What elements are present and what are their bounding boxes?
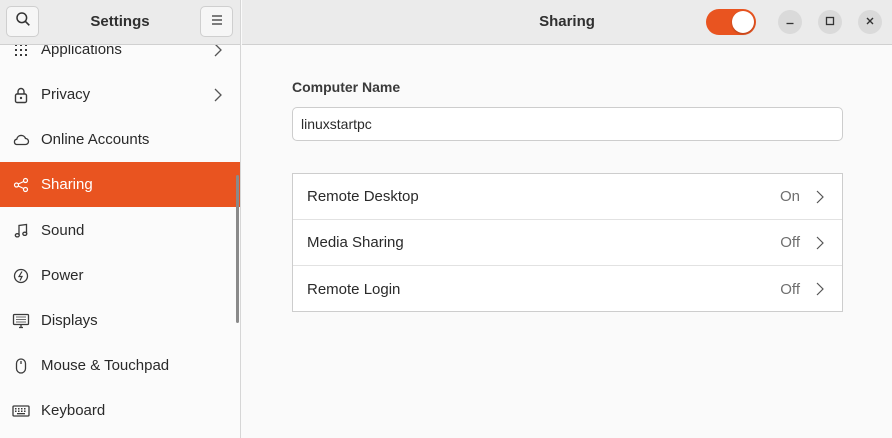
sidebar-scrollbar[interactable] xyxy=(236,175,239,323)
row-label: Media Sharing xyxy=(307,234,404,251)
minimize-icon xyxy=(785,13,795,31)
sidebar-item-label: Power xyxy=(41,267,84,284)
remote-desktop-row[interactable]: Remote Desktop On xyxy=(293,174,842,220)
chevron-right-icon xyxy=(212,87,224,103)
keyboard-icon xyxy=(12,402,30,420)
chevron-right-icon xyxy=(815,189,825,205)
maximize-icon xyxy=(825,13,835,31)
mouse-icon xyxy=(12,357,30,375)
computer-name-label: Computer Name xyxy=(292,79,401,95)
sidebar-item-privacy[interactable]: Privacy xyxy=(0,72,240,117)
sidebar-item-sharing[interactable]: Sharing xyxy=(0,162,240,207)
close-button[interactable] xyxy=(858,10,882,34)
main-header: Sharing xyxy=(242,0,892,45)
row-label: Remote Login xyxy=(307,280,401,298)
sidebar-item-mouse-touchpad[interactable]: Mouse & Touchpad xyxy=(0,343,240,388)
sidebar-title: Settings xyxy=(90,13,150,30)
sidebar-item-label: Displays xyxy=(41,312,98,329)
close-icon xyxy=(865,13,875,31)
menu-button[interactable] xyxy=(200,6,233,37)
row-status: Off xyxy=(780,280,800,298)
sidebar-item-label: Sound xyxy=(41,222,85,239)
minimize-button[interactable] xyxy=(778,10,802,34)
row-status: Off xyxy=(780,234,800,251)
sidebar-item-online-accounts[interactable]: Online Accounts xyxy=(0,117,240,162)
sidebar-item-label: Keyboard xyxy=(41,402,106,419)
sidebar-item-displays[interactable]: Displays xyxy=(0,298,240,343)
lock-icon xyxy=(12,86,30,104)
media-sharing-row[interactable]: Media Sharing Off xyxy=(293,220,842,266)
search-button[interactable] xyxy=(6,6,39,37)
sidebar-item-label: Sharing xyxy=(41,176,93,193)
sidebar-item-label: Mouse & Touchpad xyxy=(41,357,170,374)
sidebar-item-power[interactable]: Power xyxy=(0,253,240,298)
share-icon xyxy=(12,176,30,194)
sidebar-item-sound[interactable]: Sound xyxy=(0,208,240,253)
music-note-icon xyxy=(12,222,30,240)
sharing-services-list: Remote Desktop On Media Sharing Off Remo… xyxy=(292,173,843,312)
sidebar-item-label: Online Accounts xyxy=(41,131,150,148)
row-label: Remote Desktop xyxy=(307,188,419,205)
row-status: On xyxy=(779,188,800,205)
sharing-toggle[interactable] xyxy=(706,9,756,35)
cloud-icon xyxy=(12,131,30,149)
maximize-button[interactable] xyxy=(818,10,842,34)
computer-name-input[interactable] xyxy=(292,107,843,141)
chevron-right-icon xyxy=(815,281,825,297)
remote-login-row[interactable]: Remote Login Off xyxy=(293,266,842,312)
toggle-knob xyxy=(732,11,754,33)
sidebar-header: Settings xyxy=(0,0,240,45)
sidebar-item-keyboard[interactable]: Keyboard xyxy=(0,388,240,433)
hamburger-menu-icon xyxy=(210,13,224,31)
power-icon xyxy=(12,267,30,285)
display-icon xyxy=(12,312,30,330)
search-icon xyxy=(15,11,31,32)
chevron-right-icon xyxy=(815,235,825,251)
sidebar: Applications Privacy Online Accounts Sha… xyxy=(0,0,241,438)
sidebar-item-label: Privacy xyxy=(41,86,91,103)
